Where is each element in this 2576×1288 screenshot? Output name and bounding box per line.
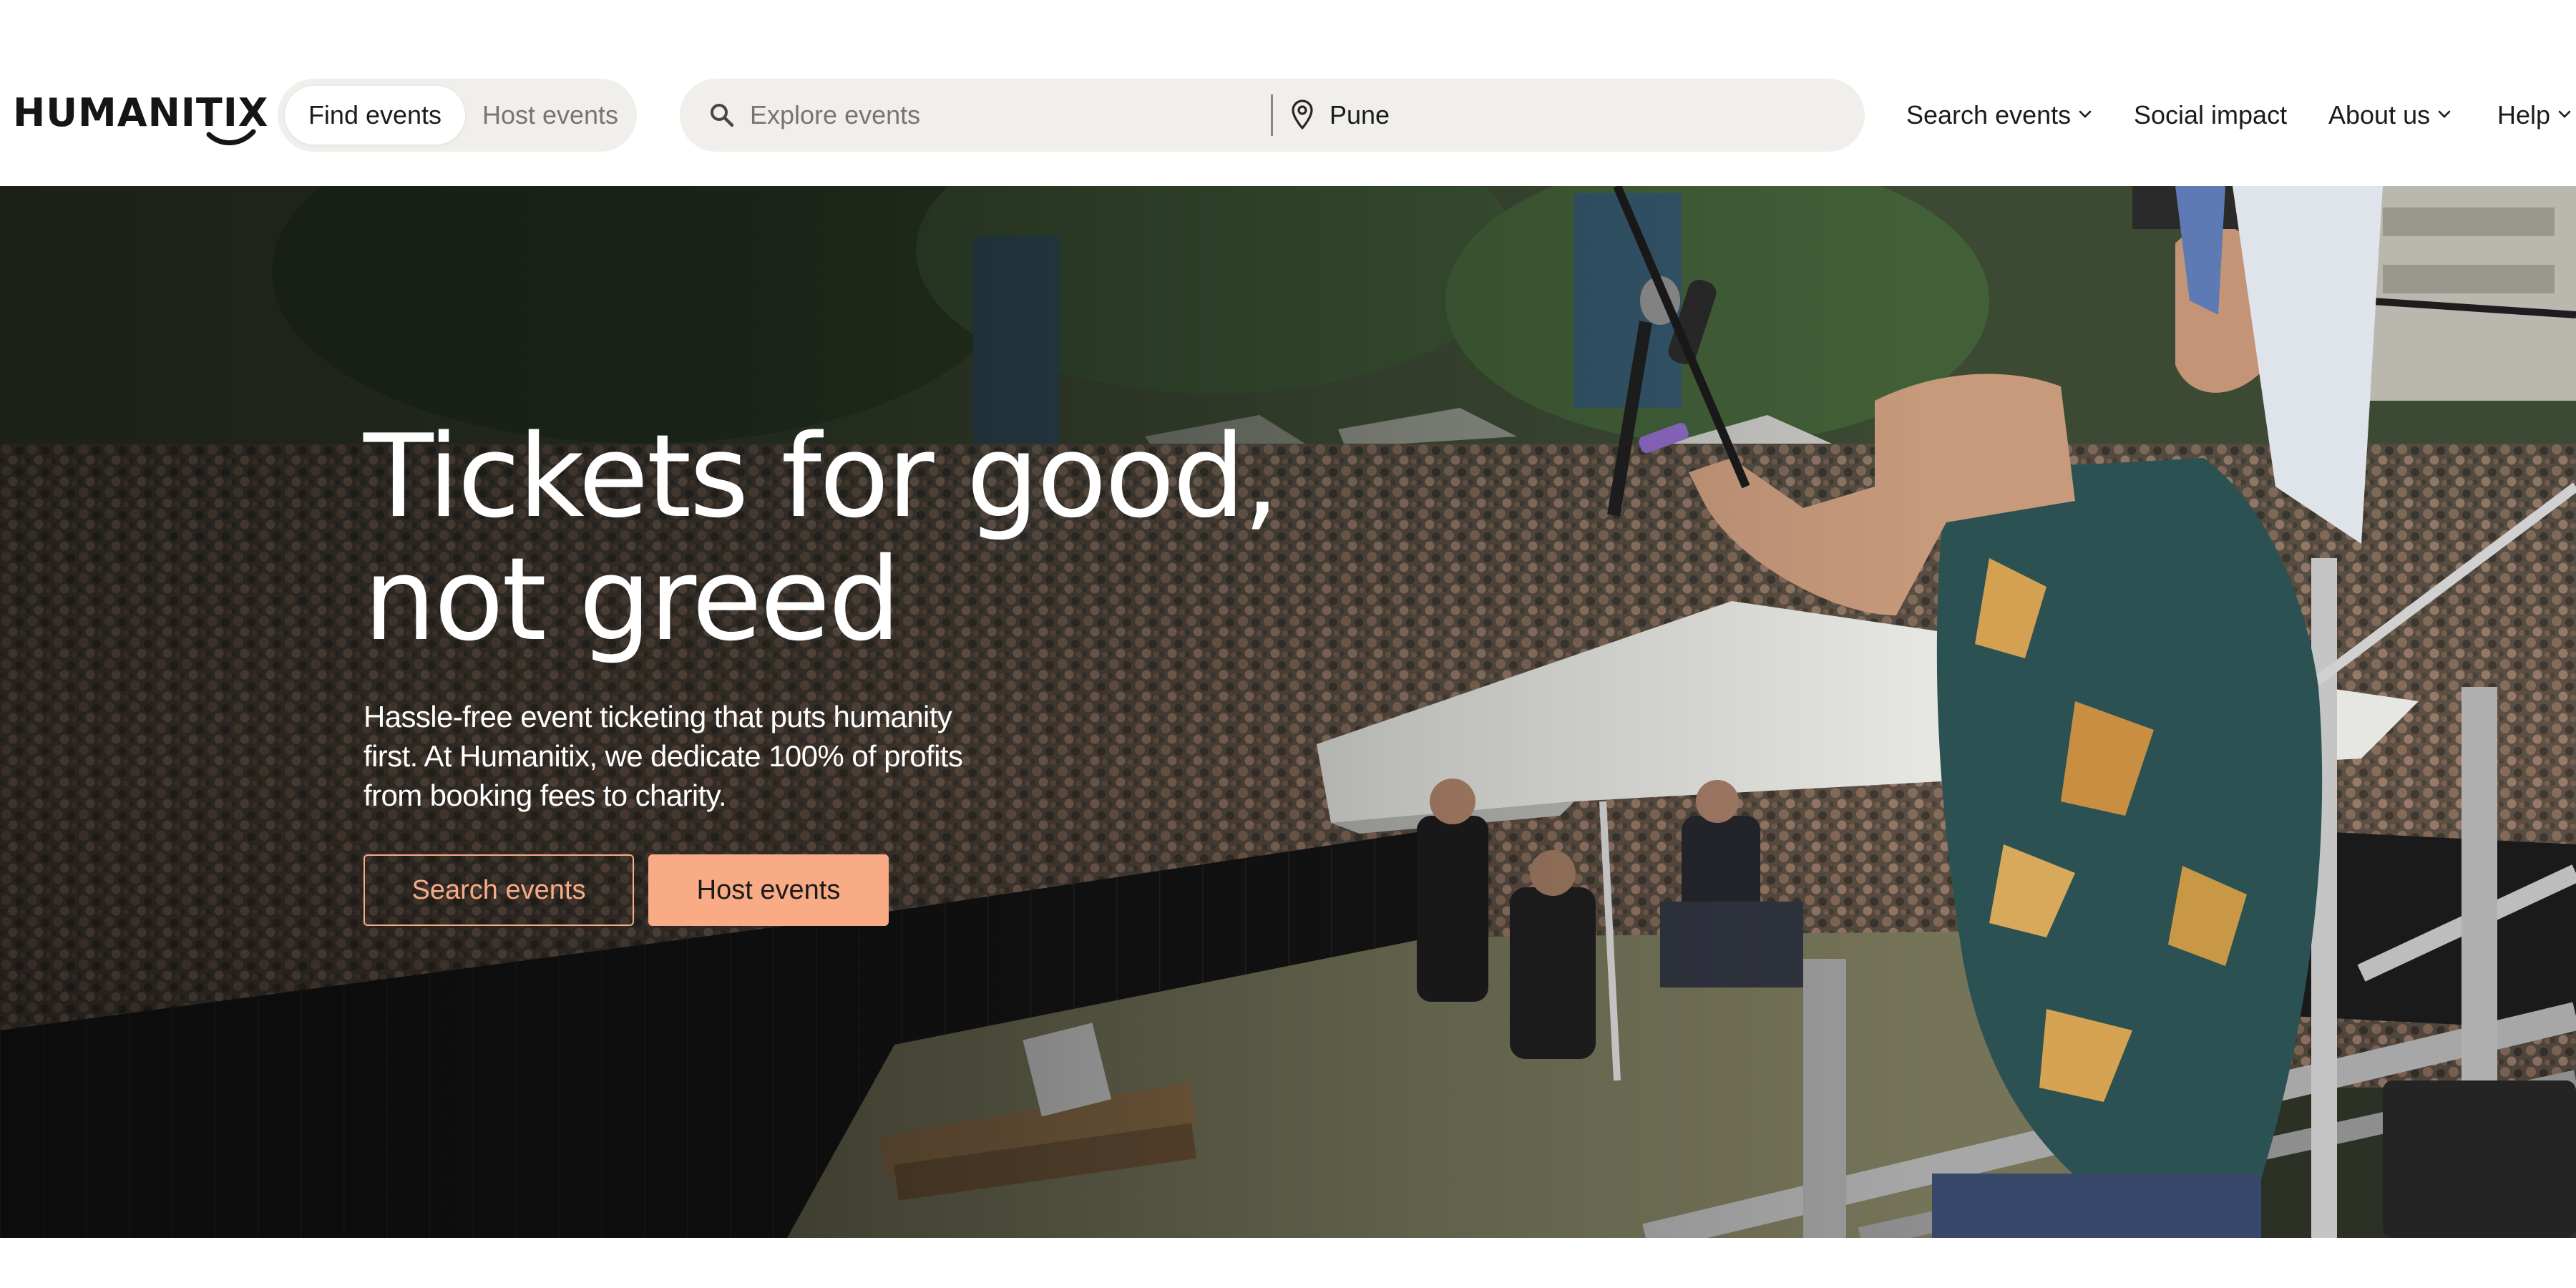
hero-banner: Tickets for good, not greed Hassle-free … <box>0 186 2576 1238</box>
search-icon <box>711 104 734 127</box>
nav-about-us[interactable]: About us <box>2328 97 2451 133</box>
hero-host-events-button[interactable]: Host events <box>648 854 889 926</box>
location-input[interactable] <box>1328 93 1829 137</box>
nav-help-label: Help <box>2497 100 2551 130</box>
find-events-toggle-button[interactable]: Find events <box>285 86 465 145</box>
humanitix-logo[interactable]: HUMANITIX <box>13 89 268 146</box>
hero-title-line-1: Tickets for good, <box>364 409 1279 543</box>
nav-search-events-label: Search events <box>1906 100 2072 130</box>
hero-subtitle-line-1: Hassle-free event ticketing that puts hu… <box>364 700 952 733</box>
hero-search-events-button[interactable]: Search events <box>364 854 634 926</box>
nav-social-impact[interactable]: Social impact <box>2134 97 2287 133</box>
nav-search-events[interactable]: Search events <box>1906 97 2092 133</box>
top-navigation-bar: HUMANITIX Find events Host events Search… <box>0 0 2576 186</box>
map-pin-icon <box>1292 99 1313 130</box>
hero-title-line-2: not greed <box>364 532 901 666</box>
search-divider <box>1271 94 1273 136</box>
chevron-down-icon <box>2079 111 2092 119</box>
nav-help[interactable]: Help <box>2497 97 2572 133</box>
explore-events-input[interactable] <box>748 93 1221 137</box>
find-host-toggle: Find events Host events <box>278 79 637 152</box>
chevron-down-icon <box>2438 111 2451 119</box>
hero-subtitle-line-3: from booking fees to charity. <box>364 779 727 812</box>
event-search-bar <box>680 79 1865 152</box>
host-events-toggle-button[interactable]: Host events <box>471 86 630 145</box>
nav-social-impact-label: Social impact <box>2134 100 2288 130</box>
hero-title: Tickets for good, not greed <box>364 415 1365 661</box>
nav-about-us-label: About us <box>2328 100 2431 130</box>
logo-swash-icon <box>206 129 256 145</box>
chevron-down-icon <box>2558 111 2571 119</box>
hero-subtitle: Hassle-free event ticketing that puts hu… <box>364 697 1022 815</box>
hero-subtitle-line-2: first. At Humanitix, we dedicate 100% of… <box>364 739 963 773</box>
